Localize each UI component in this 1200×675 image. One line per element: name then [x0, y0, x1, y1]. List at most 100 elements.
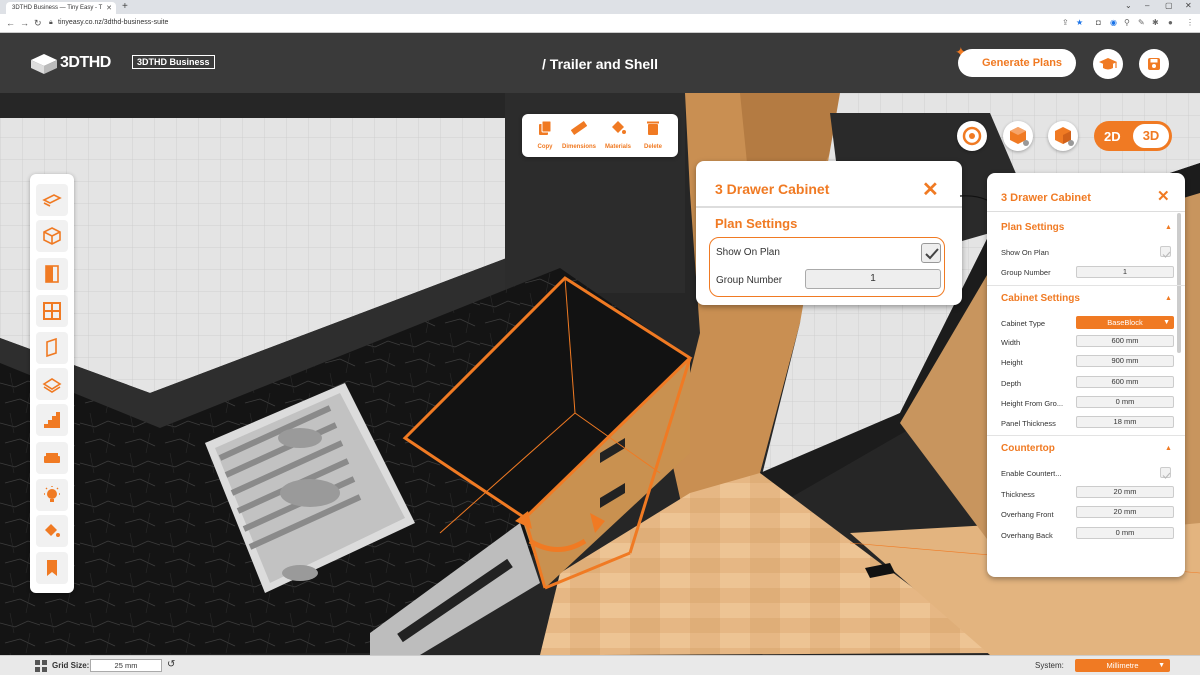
group-number-input[interactable]: 1 [805, 269, 941, 289]
sidebar-item-trailer[interactable] [36, 184, 68, 216]
grid-size-label: Grid Size: [52, 661, 90, 670]
share-icon[interactable]: ⇪ [1062, 18, 1069, 27]
save-button[interactable] [1139, 49, 1169, 79]
scrollbar[interactable] [1177, 213, 1181, 353]
browser-tab[interactable]: 3DTHD Business — Tiny Easy - T ✕ [6, 2, 116, 14]
chevron-down-icon: ▼ [1163, 319, 1170, 326]
collapse-icon[interactable]: ▲ [1165, 445, 1172, 452]
chevron-down-icon: ▼ [1158, 662, 1165, 669]
sidebar-item-floors[interactable] [36, 368, 68, 400]
cabinet-settings-header[interactable]: Cabinet Settings [1001, 293, 1080, 304]
depth-label: Depth [1001, 379, 1022, 388]
enable-countertop-label: Enable Countert... [1001, 469, 1062, 478]
height-label: Height [1001, 358, 1023, 367]
plan-settings-callout: 3 Drawer Cabinet ✕ Plan Settings Show On… [696, 161, 962, 305]
delete-button[interactable]: Delete [636, 120, 670, 150]
overhang-back-input[interactable]: 0 mm [1076, 527, 1174, 539]
tab-close-icon[interactable]: ✕ [106, 4, 112, 12]
grid-size-input[interactable]: 25 mm [90, 659, 162, 672]
stairs-icon [44, 412, 60, 428]
sidebar-item-lighting[interactable] [36, 479, 68, 511]
width-input[interactable]: 600 mm [1076, 335, 1174, 347]
sidebar-item-bookmarks[interactable] [36, 552, 68, 584]
graduation-cap-icon [1099, 58, 1117, 70]
height-input[interactable]: 900 mm [1076, 355, 1174, 367]
minimize-icon[interactable]: – [1145, 1, 1149, 10]
overhang-front-input[interactable]: 20 mm [1076, 506, 1174, 518]
close-icon[interactable]: ✕ [922, 177, 939, 202]
divider [696, 206, 962, 208]
group-number-input[interactable]: 1 [1076, 266, 1174, 278]
forward-icon[interactable]: → [20, 18, 29, 28]
lightbulb-icon [44, 486, 60, 502]
bookmark-star-icon[interactable]: ★ [1076, 18, 1083, 27]
height-from-ground-label: Height From Gro... [1001, 399, 1064, 408]
mode-2d-option[interactable]: 2D [1104, 129, 1121, 144]
extension-icon[interactable]: ⚲ [1124, 18, 1130, 27]
extension-icon[interactable]: ◉ [1110, 18, 1117, 27]
back-icon[interactable]: ← [6, 18, 15, 28]
copy-button[interactable]: Copy [528, 120, 562, 150]
view-mode-toggle[interactable]: 2D 3D [1094, 121, 1172, 151]
sidebar-item-windows[interactable] [36, 295, 68, 327]
shell-view-button[interactable] [1048, 121, 1078, 151]
mode-3d-option[interactable]: 3D [1133, 124, 1169, 148]
puzzle-icon[interactable]: ✱ [1152, 18, 1159, 27]
close-window-icon[interactable]: ✕ [1185, 1, 1192, 10]
materials-button[interactable]: Materials [601, 120, 635, 150]
tutorial-button[interactable] [1093, 49, 1123, 79]
properties-panel: 3 Drawer Cabinet ✕ Plan Settings ▲ Show … [987, 173, 1185, 577]
depth-input[interactable]: 600 mm [1076, 376, 1174, 388]
sidebar-item-shell[interactable] [36, 220, 68, 252]
grid-icon [35, 660, 47, 672]
sidebar-item-materials[interactable] [36, 515, 68, 547]
menu-dots-icon[interactable]: ⋮ [1186, 18, 1194, 27]
overhang-front-label: Overhang Front [1001, 510, 1054, 519]
sidebar-item-stairs[interactable] [36, 404, 68, 436]
bookmark-icon [47, 560, 57, 576]
system-label: System: [1035, 661, 1064, 670]
highlight-box: Show On Plan Group Number 1 [709, 237, 945, 297]
system-select[interactable]: Millimetre ▼ [1075, 659, 1170, 672]
thickness-input[interactable]: 20 mm [1076, 486, 1174, 498]
maximize-icon[interactable]: ▢ [1165, 1, 1173, 10]
copy-icon [539, 120, 552, 135]
sidebar-item-doors[interactable] [36, 258, 68, 290]
plan-settings-header[interactable]: Plan Settings [1001, 222, 1064, 233]
object-toolbar: Copy Dimensions Materials Delete [522, 114, 678, 157]
show-on-plan-checkbox[interactable] [1160, 246, 1171, 258]
dimensions-button[interactable]: Dimensions [562, 120, 596, 150]
collapse-icon[interactable]: ▲ [1165, 224, 1172, 231]
url-field[interactable]: tinyeasy.co.nz/3dthd-business-suite [58, 19, 168, 26]
show-on-plan-label: Show On Plan [1001, 248, 1049, 257]
walls-view-button[interactable] [1003, 121, 1033, 151]
wall-panel-icon [46, 338, 57, 358]
ruler-icon [570, 120, 588, 136]
camera-view-button[interactable] [957, 121, 987, 151]
cabinet-type-label: Cabinet Type [1001, 319, 1046, 328]
copy-label: Copy [537, 144, 553, 150]
generate-plans-button[interactable]: Generate Plans [958, 49, 1076, 77]
close-icon[interactable]: ✕ [1157, 187, 1170, 205]
group-number-label: Group Number [1001, 268, 1051, 277]
sidebar-item-walls[interactable] [36, 332, 68, 364]
camera-icon[interactable]: ◘ [1096, 18, 1101, 27]
show-on-plan-checkbox[interactable] [921, 243, 941, 263]
panel-thickness-input[interactable]: 18 mm [1076, 416, 1174, 428]
countertop-header[interactable]: Countertop [1001, 443, 1055, 454]
new-tab-icon[interactable]: + [122, 1, 128, 12]
cabinet-type-select[interactable]: BaseBlock ▼ [1076, 316, 1174, 329]
profile-icon[interactable]: ● [1168, 18, 1173, 27]
height-from-ground-input[interactable]: 0 mm [1076, 396, 1174, 408]
sidebar-item-furniture[interactable] [36, 442, 68, 474]
tab-title: 3DTHD Business — Tiny Easy - T [12, 5, 103, 11]
chevron-down-icon[interactable]: ⌄ [1125, 1, 1132, 10]
divider [987, 435, 1185, 436]
reset-icon[interactable]: ↺ [167, 659, 175, 670]
reload-icon[interactable]: ↻ [34, 18, 42, 29]
callout-section-title: Plan Settings [715, 216, 798, 231]
enable-countertop-checkbox[interactable] [1160, 467, 1171, 479]
divider [987, 211, 1185, 212]
collapse-icon[interactable]: ▲ [1165, 295, 1172, 302]
extension-icon[interactable]: ✎ [1138, 18, 1145, 27]
